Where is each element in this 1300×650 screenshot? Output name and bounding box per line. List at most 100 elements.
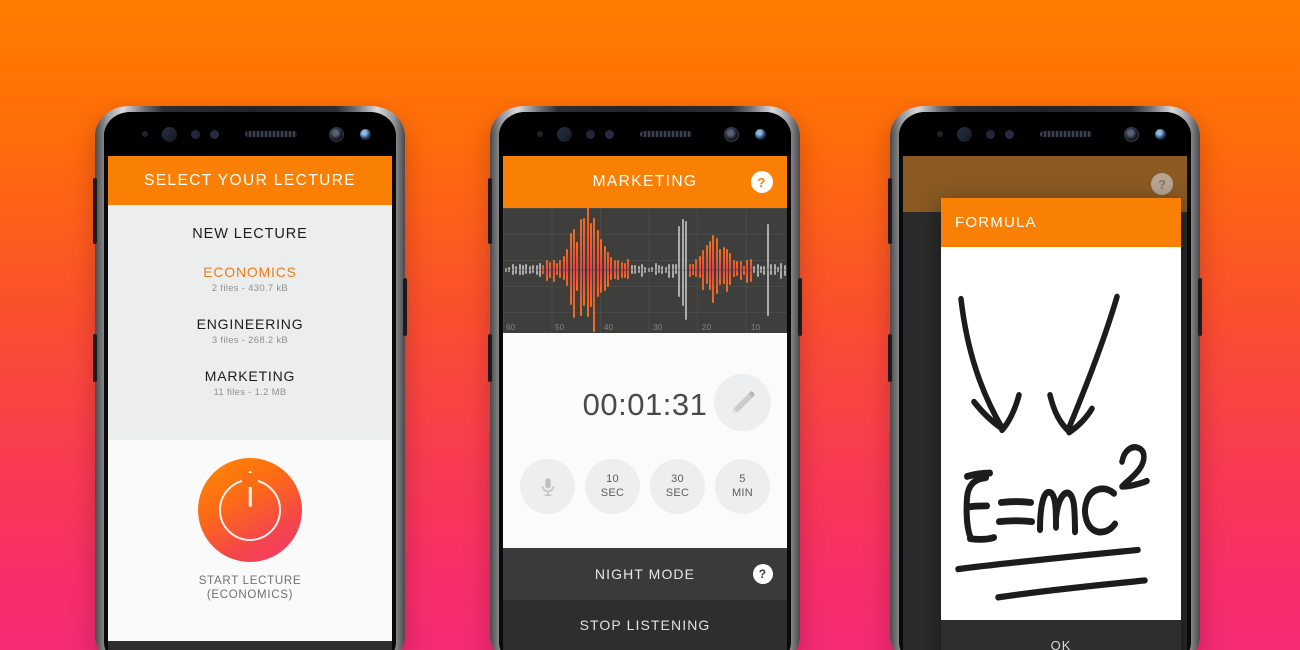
sensor-dot-icon [210, 129, 219, 139]
waveform-bar [508, 270, 511, 273]
sensor-dot-icon [937, 131, 943, 137]
sensor-dot-icon [537, 131, 543, 137]
volume-button[interactable] [888, 178, 892, 244]
volume-button[interactable] [488, 178, 492, 244]
waveform-bar [698, 270, 701, 278]
waveform-bar [654, 263, 657, 270]
bixby-button[interactable] [488, 334, 492, 382]
iris-scanner-icon [755, 128, 766, 140]
power-side-button[interactable] [798, 278, 802, 336]
sensor-dot-icon [986, 129, 995, 139]
waveform-bar [586, 208, 589, 270]
help-icon[interactable]: ? [753, 564, 773, 584]
power-side-button[interactable] [403, 278, 407, 336]
waveform-bar [647, 270, 650, 272]
night-mode-button[interactable]: NIGHT MODE ? [503, 548, 787, 600]
start-lecture-button[interactable] [198, 458, 302, 562]
waveform-tick-label: 10 [751, 323, 761, 332]
lecture-meta: 11 files - 1.2 MB [213, 387, 287, 398]
waveform-tick-label: 30 [653, 323, 663, 332]
skip-10-sec-button[interactable]: 10 SEC [585, 459, 640, 514]
new-lecture-button[interactable]: NEW LECTURE [108, 226, 392, 242]
waveform-bar [583, 270, 586, 306]
waveform-bar [651, 270, 654, 272]
start-lecture-label: START LECTURE (ECONOMICS) [199, 574, 301, 603]
waveform-bar [637, 270, 640, 273]
waveform-bar [743, 270, 745, 275]
earpiece-grille-icon [1040, 131, 1092, 137]
waveform-bar [556, 270, 558, 276]
waveform-bar [746, 270, 749, 283]
waveform-bar [749, 259, 752, 270]
waveform-bar [545, 259, 548, 270]
waveform-bar [715, 237, 718, 270]
start-lecture-label-line1: START LECTURE [198, 575, 302, 587]
help-icon[interactable]: ? [751, 171, 773, 193]
phone2-title: MARKETING [592, 173, 698, 190]
proximity-sensor-icon [162, 126, 177, 142]
front-camera-icon [329, 126, 344, 142]
bixby-button[interactable] [93, 334, 97, 382]
skip-value: 5 [739, 473, 746, 486]
waveform-bar [610, 270, 613, 280]
waveform-bar [522, 270, 524, 276]
phone-device-1: SELECT YOUR LECTURE NEW LECTURE ECONOMIC… [93, 106, 407, 650]
waveform-bar [576, 270, 579, 291]
waveform-bar [600, 239, 603, 270]
lecture-name: ECONOMICS [203, 264, 297, 280]
waveform-bar [518, 270, 521, 276]
waveform-bar [566, 270, 569, 287]
front-camera-icon [724, 126, 739, 142]
lecture-meta: 3 files - 268.2 kB [211, 335, 289, 346]
waveform-bar [505, 270, 507, 273]
stop-listening-button[interactable]: STOP LISTENING [503, 600, 787, 650]
lecture-item-economics[interactable]: ECONOMICS 2 files - 430.7 kB [108, 264, 392, 294]
lecture-item-engineering[interactable]: ENGINEERING 3 files - 268.2 kB [108, 316, 392, 346]
top-sensor-bar [499, 112, 791, 156]
edit-note-button[interactable] [714, 374, 771, 431]
volume-button[interactable] [93, 178, 97, 244]
waveform-bar [685, 270, 688, 321]
top-sensor-bar [899, 112, 1191, 156]
drawing-canvas[interactable] [941, 247, 1181, 620]
skip-5-min-button[interactable]: 5 MIN [715, 459, 770, 514]
waveform-bar [709, 240, 711, 270]
waveform-bar [681, 218, 684, 270]
waveform-tick-label: 20 [702, 323, 712, 332]
lecture-item-marketing[interactable]: MARKETING 11 files - 1.2 MB [108, 368, 392, 398]
waveform-bar [681, 270, 684, 307]
options-button[interactable]: OPTIONS [108, 641, 392, 650]
help-icon[interactable]: ? [1151, 173, 1173, 195]
waveform-bar [610, 256, 613, 270]
waveform-bar [596, 229, 599, 270]
waveform-bar [719, 248, 722, 270]
waveform-bar [559, 260, 562, 270]
ok-button[interactable]: OK [941, 620, 1181, 650]
microphone-button[interactable] [520, 459, 575, 514]
waveform-bar [692, 270, 694, 275]
lecture-name: MARKETING [204, 368, 296, 384]
waveform-bar [617, 270, 620, 280]
phone-device-3: ? FORMULA OK [888, 106, 1202, 650]
power-side-button[interactable] [1198, 278, 1202, 336]
lecture-meta: 2 files - 430.7 kB [211, 283, 289, 294]
recording-controls: 10 SEC 30 SEC 5 MIN [503, 459, 787, 514]
phone2-appbar: MARKETING ? [503, 156, 787, 208]
bixby-button[interactable] [888, 334, 892, 382]
proximity-sensor-icon [957, 126, 972, 142]
earpiece-grille-icon [245, 131, 297, 137]
waveform-bar [722, 270, 725, 284]
recording-panel: 00:01:31 10 SEC 30 SEC 5 MIN [503, 333, 787, 548]
iris-scanner-icon [360, 128, 371, 140]
waveform-bar [620, 261, 623, 270]
phone2-screen: MARKETING ? 60 50 40 30 20 10 00:01:31 1… [503, 156, 787, 650]
waveform-bar [756, 270, 759, 277]
waveform-bar [664, 270, 667, 274]
waveform-bar [715, 270, 718, 294]
waveform-bar [579, 270, 582, 317]
waveform-bar [525, 270, 528, 275]
audio-waveform[interactable]: 60 50 40 30 20 10 [503, 208, 787, 333]
waveform-bar [549, 270, 552, 279]
waveform-bar [709, 270, 711, 290]
skip-30-sec-button[interactable]: 30 SEC [650, 459, 705, 514]
